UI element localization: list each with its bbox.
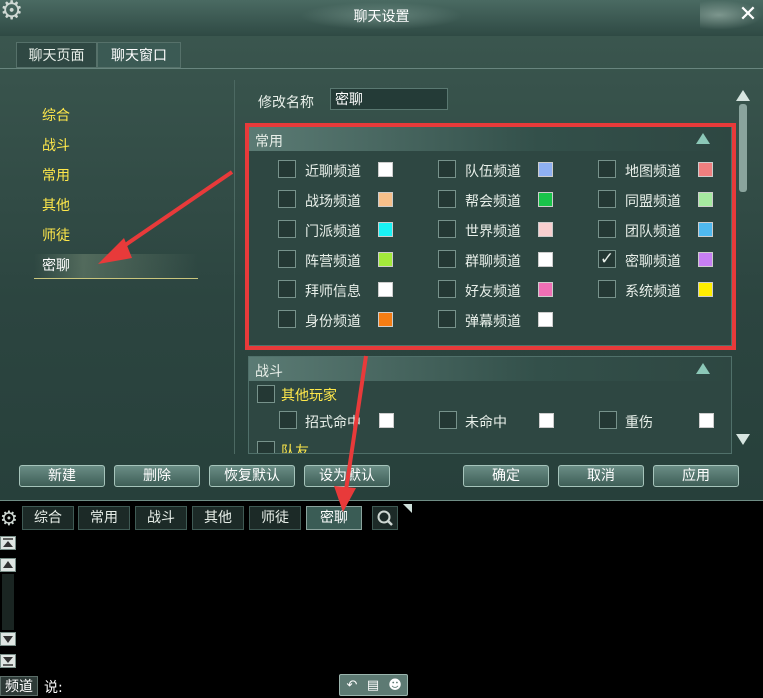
say-label: 说: — [44, 680, 63, 696]
undo-icon[interactable]: ↶ — [344, 678, 360, 694]
annotation-highlight-box — [245, 123, 736, 350]
chat-scroll-track[interactable] — [2, 574, 14, 630]
chat-tab-battle[interactable]: 战斗 — [135, 506, 187, 530]
miss-label: 未命中 — [465, 415, 507, 431]
chat-input[interactable] — [70, 676, 342, 698]
category-general[interactable]: 综合 — [42, 106, 70, 126]
group-battle-title: 战斗 — [255, 364, 283, 380]
chat-corner-marker — [403, 504, 412, 513]
chat-settings-gear-icon[interactable]: ⚙ — [0, 507, 20, 529]
scroll-up-arrow-icon[interactable] — [736, 90, 750, 101]
new-button[interactable]: 新建 — [19, 465, 105, 487]
scroll-down-icon[interactable] — [0, 632, 16, 646]
close-icon[interactable]: ✕ — [737, 4, 759, 26]
scroll-up-icon[interactable] — [0, 558, 16, 572]
collapse-triangle-icon[interactable] — [696, 363, 710, 374]
tab-chat-window[interactable]: 聊天窗口 — [97, 42, 181, 68]
scroll-top-icon[interactable] — [0, 536, 16, 550]
others-label: 其他玩家 — [281, 388, 337, 404]
category-battle[interactable]: 战斗 — [42, 136, 70, 156]
group-battle-header — [249, 357, 731, 381]
category-other[interactable]: 其他 — [42, 196, 70, 216]
ok-button[interactable]: 确定 — [463, 465, 549, 487]
critical-color-swatch[interactable] — [699, 413, 714, 428]
rename-label: 修改名称 — [258, 95, 314, 111]
chat-tab-private[interactable]: 密聊 — [306, 506, 362, 530]
delete-button[interactable]: 删除 — [114, 465, 200, 487]
message-icon[interactable]: ▤ — [365, 678, 381, 694]
rename-input[interactable] — [330, 88, 448, 110]
panel-divider — [234, 80, 235, 454]
scrollbar-thumb[interactable] — [739, 104, 747, 192]
emoji-icon[interactable]: ☻ — [387, 678, 403, 694]
scroll-bottom-icon[interactable] — [0, 654, 16, 668]
scroll-down-arrow-icon[interactable] — [736, 434, 750, 445]
hit-label: 招式命中 — [305, 415, 361, 431]
chat-settings-dialog: ⚙ 聊天设置 ✕ 聊天页面 聊天窗口 综合 战斗 常用 其他 师徒 密聊 修改名… — [0, 0, 763, 501]
apply-button[interactable]: 应用 — [653, 465, 739, 487]
search-icon — [377, 510, 393, 526]
category-private[interactable]: 密聊 — [42, 256, 70, 276]
cancel-button[interactable]: 取消 — [558, 465, 644, 487]
chat-tab-other[interactable]: 其他 — [192, 506, 244, 530]
teammate-label: 队友 — [281, 444, 309, 454]
hit-checkbox[interactable] — [279, 411, 297, 429]
chat-tab-master[interactable]: 师徒 — [249, 506, 301, 530]
tabs-divider — [0, 68, 763, 69]
others-checkbox[interactable] — [257, 385, 275, 403]
hit-color-swatch[interactable] — [379, 413, 394, 428]
teammate-checkbox[interactable] — [257, 441, 275, 453]
restore-default-button[interactable]: 恢复默认 — [209, 465, 295, 487]
category-common[interactable]: 常用 — [42, 166, 70, 186]
chat-search-button[interactable] — [372, 506, 398, 530]
critical-checkbox[interactable] — [599, 411, 617, 429]
category-master[interactable]: 师徒 — [42, 226, 70, 246]
dialog-title: 聊天设置 — [353, 9, 410, 25]
chat-tab-general[interactable]: 综合 — [22, 506, 74, 530]
channel-selector[interactable]: 频道 — [0, 676, 38, 696]
chat-toolbar: ↶ ▤ ☻ — [339, 674, 408, 696]
tab-chat-page[interactable]: 聊天页面 — [16, 42, 97, 68]
chat-tab-common[interactable]: 常用 — [78, 506, 130, 530]
set-default-button[interactable]: 设为默认 — [304, 465, 390, 487]
group-battle: 战斗 其他玩家 招式命中 未命中 重伤 队友 — [248, 356, 732, 454]
miss-checkbox[interactable] — [439, 411, 457, 429]
critical-label: 重伤 — [625, 415, 653, 431]
miss-color-swatch[interactable] — [539, 413, 554, 428]
